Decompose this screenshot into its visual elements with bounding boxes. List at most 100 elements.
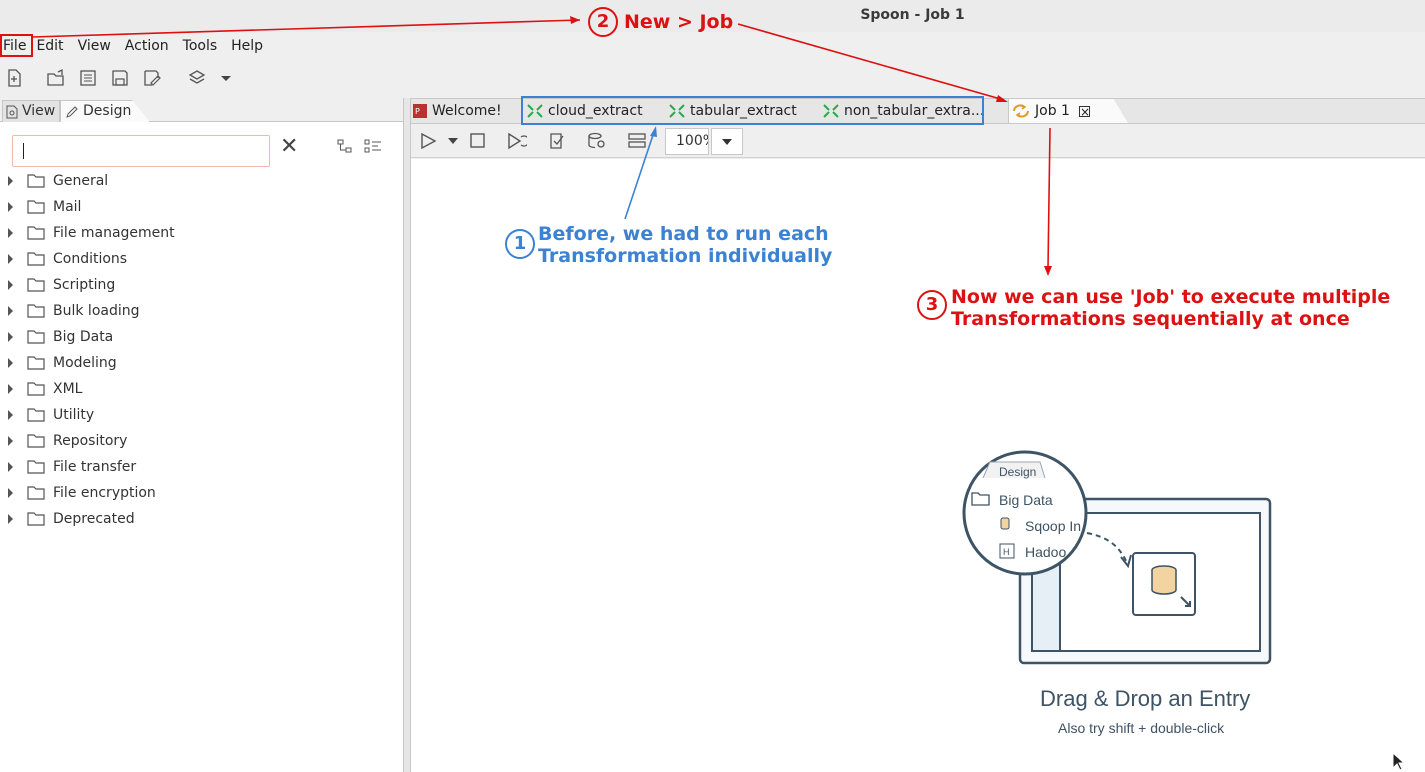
expand-arrow-icon[interactable]: [8, 280, 13, 290]
tree-item[interactable]: Mail: [0, 194, 404, 220]
menu-bar: File Edit View Action Tools Help: [0, 34, 1425, 58]
menu-view[interactable]: View: [71, 34, 118, 58]
tab-job-1[interactable]: Job 1 ×: [1008, 99, 1128, 123]
tree-item-label: File encryption: [53, 485, 156, 501]
tree-item[interactable]: Modeling: [0, 350, 404, 376]
expand-arrow-icon[interactable]: [8, 254, 13, 264]
illustration-folder: Big Data: [999, 492, 1053, 508]
expand-arrow-icon[interactable]: [8, 332, 13, 342]
expand-arrow-icon[interactable]: [8, 306, 13, 316]
expand-arrow-icon[interactable]: [8, 176, 13, 186]
tree-item-label: File management: [53, 225, 175, 241]
tab-non-tabular-extract-label: non_tabular_extra...: [844, 103, 985, 119]
tree-item-label: Scripting: [53, 277, 116, 293]
menu-help[interactable]: Help: [224, 34, 270, 58]
search-input[interactable]: [12, 135, 270, 167]
zoom-dropdown[interactable]: [711, 128, 743, 155]
tree-item-label: Deprecated: [53, 511, 135, 527]
tree-item[interactable]: File management: [0, 220, 404, 246]
svg-text:H: H: [1003, 547, 1010, 557]
menu-edit[interactable]: Edit: [29, 34, 70, 58]
tree-item[interactable]: Utility: [0, 402, 404, 428]
drag-drop-illustration: Design Big Data Sqoop In H Hadoo: [962, 450, 1272, 665]
folder-icon: [27, 226, 45, 240]
impact-icon[interactable]: [627, 132, 647, 150]
collapse-tree-icon[interactable]: [337, 138, 353, 154]
expand-arrow-icon[interactable]: [8, 436, 13, 446]
illustration-item-hadoop: Hadoo: [1025, 544, 1066, 560]
expand-arrow-icon[interactable]: [8, 514, 13, 524]
tree-item[interactable]: File encryption: [0, 480, 404, 506]
expand-arrow-icon[interactable]: [8, 358, 13, 368]
expand-arrow-icon[interactable]: [8, 384, 13, 394]
folder-icon: [27, 200, 45, 214]
tree-item[interactable]: Bulk loading: [0, 298, 404, 324]
expand-tree-icon[interactable]: [364, 138, 382, 154]
chevron-down-icon[interactable]: [216, 68, 236, 88]
folder-icon: [27, 460, 45, 474]
step1-line1: Before, we had to run each: [538, 223, 829, 245]
replay-icon[interactable]: [507, 132, 527, 150]
panel-splitter[interactable]: [403, 98, 411, 772]
tab-job-1-label: Job 1: [1035, 103, 1070, 119]
menu-action[interactable]: Action: [118, 34, 176, 58]
save-as-icon[interactable]: [142, 68, 162, 88]
close-tab-icon[interactable]: ×: [1078, 105, 1090, 118]
zoom-field[interactable]: 100%: [665, 128, 709, 155]
folder-icon: [27, 408, 45, 422]
expand-arrow-icon[interactable]: [8, 462, 13, 472]
tab-view[interactable]: View: [2, 100, 60, 122]
step1-number: 1: [505, 229, 535, 259]
tree-item[interactable]: File transfer: [0, 454, 404, 480]
job-toolbar: 100%: [411, 124, 1425, 158]
sql-icon[interactable]: [587, 132, 607, 150]
expand-arrow-icon[interactable]: [8, 202, 13, 212]
explore-repository-icon[interactable]: [78, 68, 98, 88]
illustration-item-sqoop: Sqoop In: [1025, 518, 1081, 534]
main-toolbar: [0, 62, 1425, 94]
tab-non-tabular-extract[interactable]: non_tabular_extra...: [823, 99, 1007, 123]
open-file-icon[interactable]: [46, 68, 66, 88]
check-job-icon[interactable]: [547, 132, 567, 150]
tree-item[interactable]: Conditions: [0, 246, 404, 272]
folder-icon: [27, 174, 45, 188]
clear-search-icon[interactable]: ✕: [280, 136, 298, 158]
stop-icon[interactable]: [469, 132, 487, 150]
save-icon[interactable]: [110, 68, 130, 88]
step3-line2: Transformations sequentially at once: [951, 308, 1350, 330]
tree-item[interactable]: General: [0, 168, 404, 194]
tab-design[interactable]: Design: [60, 100, 150, 122]
tab-design-label: Design: [83, 103, 132, 119]
tab-welcome[interactable]: P Welcome!: [413, 99, 523, 123]
tab-tabular-extract[interactable]: tabular_extract: [669, 99, 819, 123]
new-file-icon[interactable]: [4, 68, 24, 88]
menu-tools[interactable]: Tools: [176, 34, 225, 58]
folder-icon: [27, 434, 45, 448]
folder-icon: [27, 278, 45, 292]
run-icon[interactable]: [419, 132, 437, 150]
step3-line1: Now we can use 'Job' to execute multiple: [951, 286, 1391, 308]
folder-icon: [27, 356, 45, 370]
tree-item[interactable]: Repository: [0, 428, 404, 454]
expand-arrow-icon[interactable]: [8, 228, 13, 238]
expand-arrow-icon[interactable]: [8, 488, 13, 498]
tree-item[interactable]: XML: [0, 376, 404, 402]
folder-icon: [27, 304, 45, 318]
transformation-icon: [823, 104, 839, 118]
run-options-icon[interactable]: [447, 136, 459, 146]
tree-item-label: Utility: [53, 407, 95, 423]
tree-item-label: Bulk loading: [53, 303, 140, 319]
layers-icon[interactable]: [187, 68, 207, 88]
expand-arrow-icon[interactable]: [8, 410, 13, 420]
tree-item-label: General: [53, 173, 109, 189]
pencil-icon: [66, 105, 78, 118]
tree-item[interactable]: Big Data: [0, 324, 404, 350]
transformation-icon: [527, 104, 543, 118]
menu-file[interactable]: File: [0, 34, 29, 58]
tree-item[interactable]: Deprecated: [0, 506, 404, 532]
tab-cloud-extract[interactable]: cloud_extract: [527, 99, 667, 123]
tree-item[interactable]: Scripting: [0, 272, 404, 298]
folder-icon: [27, 486, 45, 500]
tree-item-label: Conditions: [53, 251, 128, 267]
step3-text: Now we can use 'Job' to execute multiple…: [951, 286, 1390, 330]
